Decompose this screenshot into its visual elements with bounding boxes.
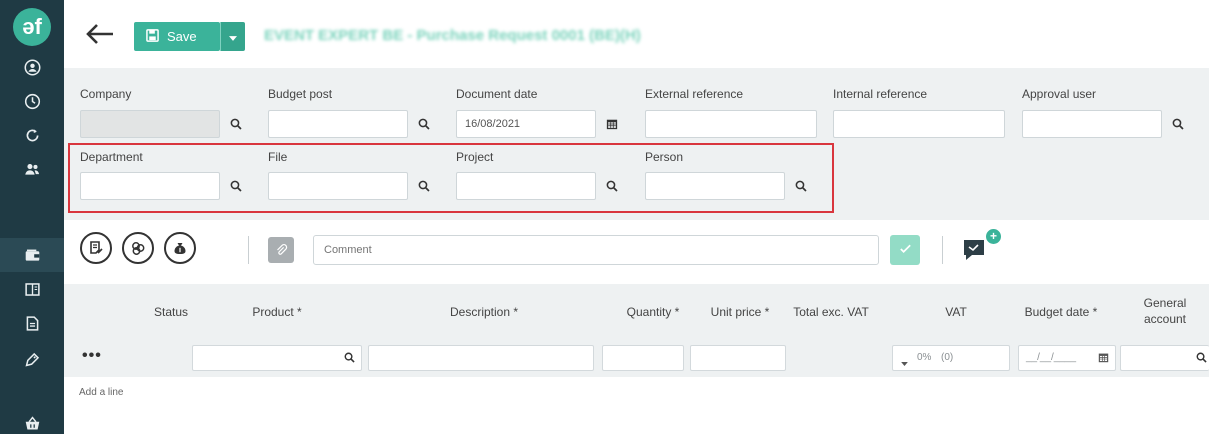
product-search-icon[interactable] (344, 352, 355, 366)
toolbar-divider (248, 236, 249, 264)
column-header-budget-date[interactable]: Budget date * (1016, 304, 1106, 320)
add-chat-badge[interactable]: + (984, 227, 1003, 246)
vat-select[interactable]: 0% (0) (892, 345, 1010, 371)
calendar-icon[interactable] (1098, 352, 1109, 366)
column-header-total[interactable]: Total exc. VAT (786, 304, 876, 320)
product-cell[interactable] (192, 345, 362, 371)
table-row: ••• 0% (0) __/__/____ (64, 339, 1209, 377)
document-date-label: Document date (456, 87, 538, 101)
internal-reference-label: Internal reference (833, 87, 928, 101)
calendar-icon[interactable] (598, 110, 626, 138)
app-logo[interactable]: əf (13, 8, 51, 46)
table-header: Status Product * Description * Quantity … (64, 284, 1209, 339)
add-line-link[interactable]: Add a line (79, 387, 123, 398)
column-header-general-account[interactable]: General account (1130, 295, 1200, 327)
back-arrow-icon[interactable] (82, 20, 116, 48)
column-header-status[interactable]: Status (146, 304, 196, 320)
vat-chevron-icon (901, 355, 908, 369)
table-body (64, 377, 1209, 434)
general-account-search-icon[interactable] (1196, 352, 1207, 366)
chevron-down-icon (229, 30, 237, 44)
internal-reference-field[interactable] (833, 110, 1005, 138)
column-header-unit-price[interactable]: Unit price * (700, 304, 780, 320)
quantity-cell[interactable] (602, 345, 684, 371)
coins-icon[interactable] (122, 232, 154, 264)
approval-user-search-icon[interactable] (1164, 110, 1192, 138)
wallet-icon[interactable] (0, 238, 64, 272)
book-icon[interactable] (0, 272, 64, 306)
budget-date-cell[interactable]: __/__/____ (1018, 345, 1116, 371)
document-date-value: 16/08/2021 (465, 118, 521, 130)
save-button-label: Save (167, 29, 197, 44)
external-reference-field[interactable] (645, 110, 817, 138)
invoice-icon[interactable] (80, 232, 112, 264)
basket-icon[interactable] (0, 406, 64, 440)
row-menu-icon[interactable]: ••• (82, 347, 102, 365)
column-header-vat[interactable]: VAT (936, 304, 976, 320)
column-header-quantity[interactable]: Quantity * (618, 304, 688, 320)
users-icon[interactable] (0, 152, 64, 186)
toolbar-divider (942, 236, 943, 264)
user-circle-icon[interactable] (0, 50, 64, 84)
budget-post-field[interactable] (268, 110, 408, 138)
description-cell[interactable] (368, 345, 594, 371)
tag-icon[interactable] (0, 342, 64, 376)
save-options-dropdown[interactable] (220, 22, 245, 51)
document-title: EVENT EXPERT BE - Purchase Request 0001 … (264, 27, 641, 44)
company-field (80, 110, 220, 138)
refresh-icon[interactable] (0, 118, 64, 152)
checkmark-icon (898, 241, 913, 259)
column-header-description[interactable]: Description * (434, 304, 534, 320)
confirm-button[interactable] (890, 235, 920, 265)
money-bag-icon[interactable] (164, 232, 196, 264)
vat-amount: (0) (941, 352, 954, 363)
approval-user-field[interactable] (1022, 110, 1162, 138)
sidebar: əf (0, 0, 64, 434)
unit-price-cell[interactable] (690, 345, 786, 371)
budget-post-label: Budget post (268, 87, 333, 101)
plus-icon: + (989, 229, 997, 243)
budget-date-placeholder: __/__/____ (1026, 352, 1077, 363)
header: Save EVENT EXPERT BE - Purchase Request … (64, 0, 1209, 68)
budget-post-search-icon[interactable] (410, 110, 438, 138)
document-date-field[interactable]: 16/08/2021 (456, 110, 596, 138)
highlight-box (68, 143, 834, 213)
external-reference-label: External reference (645, 87, 744, 101)
save-button[interactable]: Save (134, 22, 220, 51)
column-header-general-account-line2: account (1143, 312, 1187, 326)
document-icon[interactable] (0, 306, 64, 340)
floppy-disk-icon (146, 28, 159, 45)
company-label: Company (80, 87, 132, 101)
general-account-cell[interactable] (1120, 345, 1209, 371)
clock-icon[interactable] (0, 84, 64, 118)
comment-input[interactable] (314, 236, 898, 264)
approval-user-label: Approval user (1022, 87, 1097, 101)
company-search-icon[interactable] (222, 110, 250, 138)
vat-value: 0% (917, 352, 932, 363)
attachment-icon[interactable] (268, 237, 294, 263)
line-toolbar: + (64, 220, 1209, 284)
comment-field[interactable] (313, 235, 898, 265)
column-header-general-account-line1: General (1143, 296, 1187, 310)
column-header-product[interactable]: Product * (242, 304, 312, 320)
